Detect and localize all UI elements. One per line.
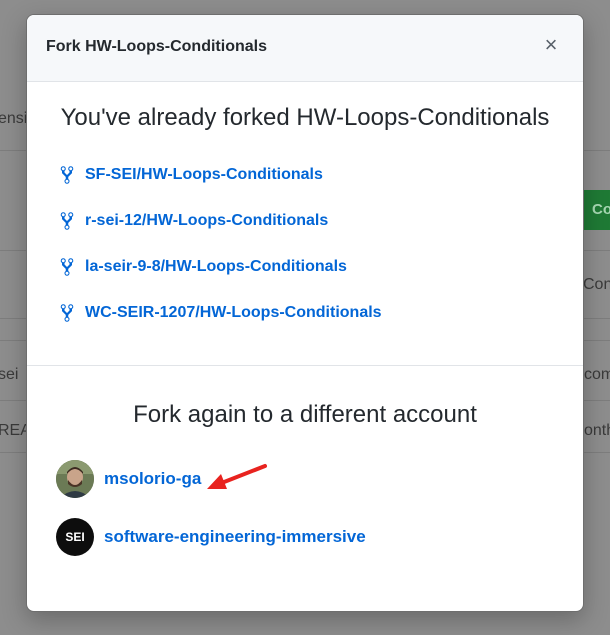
repo-forked-icon xyxy=(60,258,74,276)
fork-link-label: WC-SEIR-1207/HW-Loops-Conditionals xyxy=(85,304,382,321)
bg-text-fragment: com xyxy=(584,366,610,383)
fork-list: SF-SEI/HW-Loops-Conditionals r-sei-12/HW… xyxy=(51,152,559,336)
annotation-arrow-icon xyxy=(207,464,267,489)
close-button[interactable]: × xyxy=(539,33,563,57)
dialog-header: Fork HW-Loops-Conditionals × xyxy=(27,15,583,82)
fork-again-heading: Fork again to a different account xyxy=(133,401,477,428)
close-icon: × xyxy=(544,32,558,57)
account-option-msolorio-ga[interactable]: msolorio-ga xyxy=(56,450,554,508)
repo-forked-icon xyxy=(60,304,74,322)
fork-link-label: la-seir-9-8/HW-Loops-Conditionals xyxy=(85,258,347,275)
fork-again-section: Fork again to a different account msolor… xyxy=(27,366,583,566)
dialog-title: Fork HW-Loops-Conditionals xyxy=(46,38,267,55)
account-name: msolorio-ga xyxy=(104,469,202,488)
bg-text-fragment: ensi xyxy=(0,110,28,127)
account-option-software-engineering-immersive[interactable]: SEI software-engineering-immersive xyxy=(56,508,554,566)
bg-text-fragment: Con xyxy=(583,276,610,293)
bg-text-fragment: sei xyxy=(0,366,19,383)
org-avatar: SEI xyxy=(56,518,94,556)
bg-text-fragment: onth xyxy=(584,422,610,439)
fork-link[interactable]: WC-SEIR-1207/HW-Loops-Conditionals xyxy=(51,290,559,336)
fork-link-label: r-sei-12/HW-Loops-Conditionals xyxy=(85,212,329,229)
fork-link[interactable]: SF-SEI/HW-Loops-Conditionals xyxy=(51,152,559,198)
fork-link[interactable]: la-seir-9-8/HW-Loops-Conditionals xyxy=(51,244,559,290)
account-name: software-engineering-immersive xyxy=(104,527,366,546)
user-avatar xyxy=(56,460,94,498)
bg-green-button: Co xyxy=(580,190,610,230)
fork-link-label: SF-SEI/HW-Loops-Conditionals xyxy=(85,166,323,183)
existing-forks-section: You've already forked HW-Loops-Condition… xyxy=(27,82,583,366)
fork-link[interactable]: r-sei-12/HW-Loops-Conditionals xyxy=(51,198,559,244)
repo-forked-icon xyxy=(60,212,74,230)
repo-forked-icon xyxy=(60,166,74,184)
already-forked-heading: You've already forked HW-Loops-Condition… xyxy=(60,104,550,131)
fork-dialog: Fork HW-Loops-Conditionals × You've alre… xyxy=(26,14,584,612)
